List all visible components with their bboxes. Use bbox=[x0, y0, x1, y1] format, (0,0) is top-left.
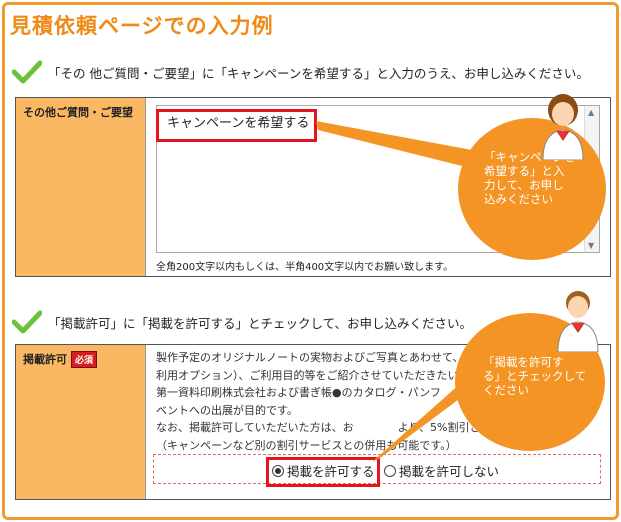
staff-man-icon bbox=[557, 291, 599, 352]
callout-bubble-2-text: 「掲載を許可す る」とチェックして ください bbox=[483, 355, 587, 397]
